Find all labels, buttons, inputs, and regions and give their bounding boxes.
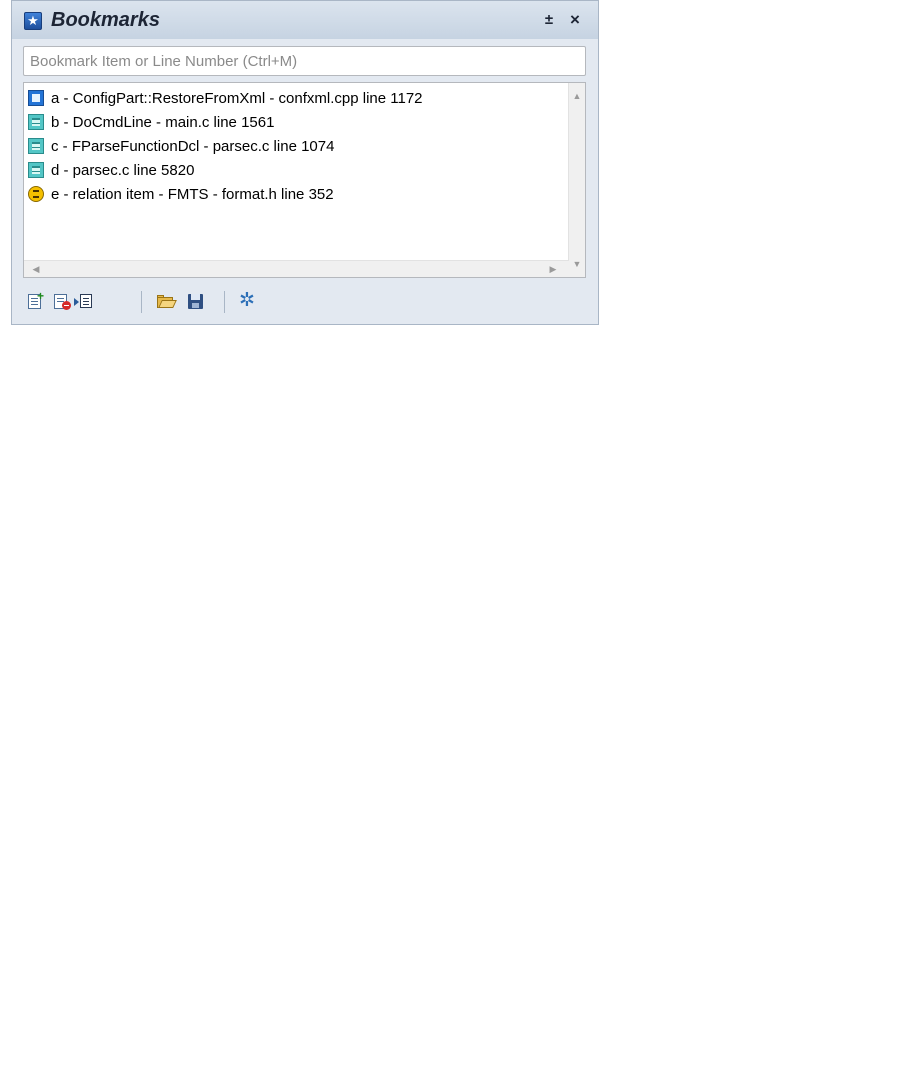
scroll-down-arrow-icon[interactable]: ▼ [569,256,585,272]
save-icon[interactable] [186,291,206,311]
function-icon [28,114,44,130]
title-bar: ★ Bookmarks ± × [12,1,598,39]
class-icon [28,90,44,106]
function-icon [28,138,44,154]
close-button[interactable]: × [567,11,583,29]
bookmark-label: a - ConfigPart::RestoreFromXml - confxml… [51,89,423,107]
vertical-scrollbar[interactable]: ▲ ▼ [568,83,585,277]
toolbar-separator [141,291,142,313]
open-folder-icon[interactable] [156,291,177,311]
bookmark-label: c - FParseFunctionDcl - parsec.c line 10… [51,137,335,155]
pin-button[interactable]: ± [541,11,557,29]
toolbar-separator [224,291,225,313]
go-to-bookmark-icon[interactable] [74,291,94,311]
scroll-up-arrow-icon[interactable]: ▲ [569,88,585,104]
star-icon: ★ [24,12,42,30]
bookmark-list: a - ConfigPart::RestoreFromXml - confxml… [23,82,586,278]
bookmark-label: e - relation item - FMTS - format.h line… [51,185,334,203]
bookmark-item-c[interactable]: c - FParseFunctionDcl - parsec.c line 10… [28,134,334,158]
bookmark-item-b[interactable]: b - DoCmdLine - main.c line 1561 [28,110,274,134]
scroll-right-arrow-icon[interactable]: ▶ [545,261,561,277]
bookmark-item-a[interactable]: a - ConfigPart::RestoreFromXml - confxml… [28,86,423,110]
bookmark-toolbar: + ✲ [23,289,583,315]
horizontal-scrollbar[interactable]: ◀ ▶ [24,260,569,277]
scroll-left-arrow-icon[interactable]: ◀ [28,261,44,277]
settings-gear-icon[interactable]: ✲ [237,291,257,311]
delete-bookmark-icon[interactable] [53,291,73,311]
bookmark-item-e[interactable]: e - relation item - FMTS - format.h line… [28,182,334,206]
bookmark-label: b - DoCmdLine - main.c line 1561 [51,113,275,131]
bookmark-search-input[interactable] [23,46,586,76]
bookmark-item-d[interactable]: d - parsec.c line 5820 [28,158,194,182]
add-bookmark-icon[interactable]: + [26,290,46,311]
bookmark-label: d - parsec.c line 5820 [51,161,195,179]
bookmarks-panel: ★ Bookmarks ± × a - ConfigPart::RestoreF… [11,0,599,325]
panel-title: Bookmarks [51,9,160,31]
function-icon [28,162,44,178]
relation-icon [28,186,44,202]
